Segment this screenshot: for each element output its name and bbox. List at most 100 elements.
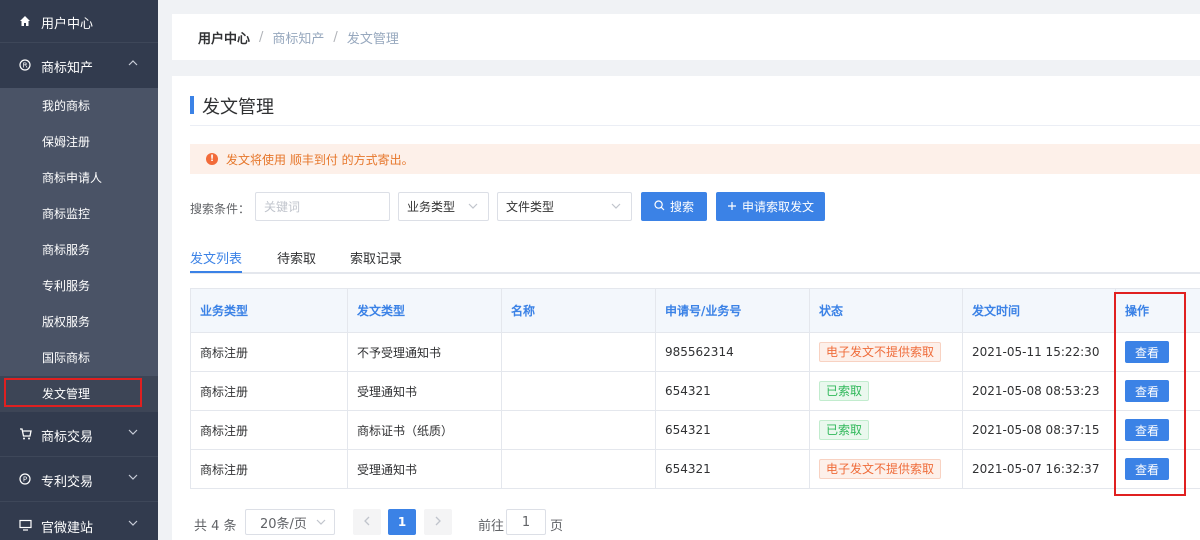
page-label: 页 (550, 519, 564, 534)
cell-number: 985562314 (656, 333, 810, 371)
search-button-label: 搜索 (669, 200, 694, 214)
svg-text:R: R (23, 61, 28, 69)
chevron-down-icon (128, 518, 138, 531)
sub-item-copyright-service[interactable]: 版权服务 (0, 304, 158, 340)
header-status: 状态 (810, 289, 963, 332)
cell-business: 商标注册 (191, 411, 348, 449)
svg-text:P: P (23, 475, 27, 483)
next-page-button[interactable] (424, 509, 452, 535)
header-doc-type: 发文类型 (348, 289, 502, 332)
highlight-box-sidebar (4, 378, 142, 407)
tab-document-list[interactable]: 发文列表 (190, 248, 242, 267)
sub-item-my-trademark[interactable]: 我的商标 (0, 88, 158, 124)
search-label: 搜索条件： (190, 202, 251, 216)
chevron-right-icon (434, 515, 442, 529)
goto-label: 前往 (478, 519, 505, 534)
breadcrumb-separator: / (333, 29, 338, 45)
breadcrumb-item-current: 发文管理 (346, 31, 399, 47)
tabs-divider (190, 272, 1200, 274)
monitor-icon (18, 519, 32, 534)
plus-icon (727, 200, 737, 214)
menu-divider (0, 501, 158, 502)
sub-item-international[interactable]: 国际商标 (0, 340, 158, 376)
title-divider (190, 125, 1200, 126)
menu-item-label: 官微建站 (41, 520, 94, 536)
menu-item-trademark-trade[interactable]: 商标交易 (0, 413, 158, 457)
cell-number: 654321 (656, 411, 810, 449)
page-size-select[interactable]: 20条/页 (245, 509, 335, 535)
business-type-value: 业务类型 (407, 200, 456, 214)
pagination-total: 共 4 条 (194, 519, 237, 534)
sidebar: 用户中心 R 商标知产 我的商标 保姆注册 商标申请人 商标监控 商标服务 专利… (0, 0, 158, 540)
highlight-box-action-column (1114, 292, 1186, 496)
notice-banner: ! 发文将使用 顺丰到付 的方式寄出。 (190, 144, 1200, 174)
business-type-select[interactable]: 业务类型 (398, 192, 489, 221)
file-type-select[interactable]: 文件类型 (497, 192, 632, 221)
table-row: 商标注册 受理通知书 654321 已索取 2021-05-08 08:53:2… (191, 372, 1200, 411)
cell-name (502, 333, 656, 371)
breadcrumb-item-trademark[interactable]: 商标知产 (272, 28, 324, 47)
chevron-down-icon (316, 517, 326, 530)
cell-status: 已索取 (810, 372, 963, 410)
table-row: 商标注册 商标证书（纸质） 654321 已索取 2021-05-08 08:3… (191, 411, 1200, 450)
breadcrumb-item-user-center[interactable]: 用户中心 (198, 28, 250, 47)
header-time: 发文时间 (963, 289, 1116, 332)
tab-records[interactable]: 索取记录 (350, 248, 402, 267)
cell-time: 2021-05-07 16:32:37 (963, 450, 1116, 488)
cell-doc-type: 商标证书（纸质） (348, 411, 502, 449)
menu-item-label: 商标交易 (41, 429, 94, 445)
cell-status: 电子发文不提供索取 (810, 450, 963, 488)
menu-item-user-center[interactable]: 用户中心 (0, 0, 158, 44)
apply-document-button[interactable]: 申请索取发文 (716, 192, 825, 221)
menu-item-trademark[interactable]: R 商标知产 (0, 44, 158, 88)
sub-item-monitor[interactable]: 商标监控 (0, 196, 158, 232)
header-name: 名称 (502, 289, 656, 332)
sub-item-trademark-service[interactable]: 商标服务 (0, 232, 158, 268)
sub-item-patent-service[interactable]: 专利服务 (0, 268, 158, 304)
goto-page-input[interactable] (506, 509, 546, 535)
apply-button-label: 申请索取发文 (741, 200, 814, 214)
cell-doc-type: 受理通知书 (348, 372, 502, 410)
notice-text: 发文将使用 顺丰到付 的方式寄出。 (226, 152, 414, 167)
sub-item-applicant[interactable]: 商标申请人 (0, 160, 158, 196)
tab-pending[interactable]: 待索取 (277, 248, 316, 267)
chevron-down-icon (611, 201, 621, 214)
menu-item-label: 用户中心 (41, 16, 94, 32)
menu-item-label: 专利交易 (41, 474, 94, 490)
sub-item-nanny-registration[interactable]: 保姆注册 (0, 124, 158, 160)
table-row: 商标注册 不予受理通知书 985562314 电子发文不提供索取 2021-05… (191, 333, 1200, 372)
page-number-current[interactable]: 1 (388, 509, 416, 535)
header-number: 申请号/业务号 (656, 289, 810, 332)
chevron-left-icon (363, 515, 371, 529)
cell-status: 已索取 (810, 411, 963, 449)
home-icon (18, 15, 32, 30)
table-header: 业务类型 发文类型 名称 申请号/业务号 状态 发文时间 操作 (191, 289, 1200, 333)
menu-item-website[interactable]: 官微建站 (0, 504, 158, 540)
chevron-up-icon (128, 58, 138, 71)
cell-doc-type: 受理通知书 (348, 450, 502, 488)
cell-business: 商标注册 (191, 333, 348, 371)
cell-doc-type: 不予受理通知书 (348, 333, 502, 371)
cell-name (502, 411, 656, 449)
breadcrumb: 用户中心 / 商标知产 / 发文管理 (172, 14, 1200, 60)
document-table: 业务类型 发文类型 名称 申请号/业务号 状态 发文时间 操作 商标注册 不予受… (190, 288, 1200, 489)
trademark-submenu: 我的商标 保姆注册 商标申请人 商标监控 商标服务 专利服务 版权服务 国际商标… (0, 88, 158, 412)
file-type-value: 文件类型 (506, 200, 555, 214)
cell-time: 2021-05-08 08:53:23 (963, 372, 1116, 410)
page-size-value: 20条/页 (260, 516, 307, 532)
status-badge: 已索取 (819, 381, 870, 401)
cart-icon (18, 427, 32, 443)
keyword-input[interactable] (255, 192, 390, 221)
patent-icon: P (18, 472, 32, 488)
status-badge: 电子发文不提供索取 (819, 342, 942, 362)
cell-time: 2021-05-11 15:22:30 (963, 333, 1116, 371)
table-row: 商标注册 受理通知书 654321 电子发文不提供索取 2021-05-07 1… (191, 450, 1200, 489)
title-accent-bar (190, 96, 194, 114)
menu-item-patent-trade[interactable]: P 专利交易 (0, 458, 158, 502)
search-icon (654, 199, 665, 214)
registered-icon: R (18, 58, 32, 74)
search-button[interactable]: 搜索 (641, 192, 707, 221)
prev-page-button[interactable] (353, 509, 381, 535)
warning-icon: ! (206, 153, 218, 165)
cell-number: 654321 (656, 372, 810, 410)
